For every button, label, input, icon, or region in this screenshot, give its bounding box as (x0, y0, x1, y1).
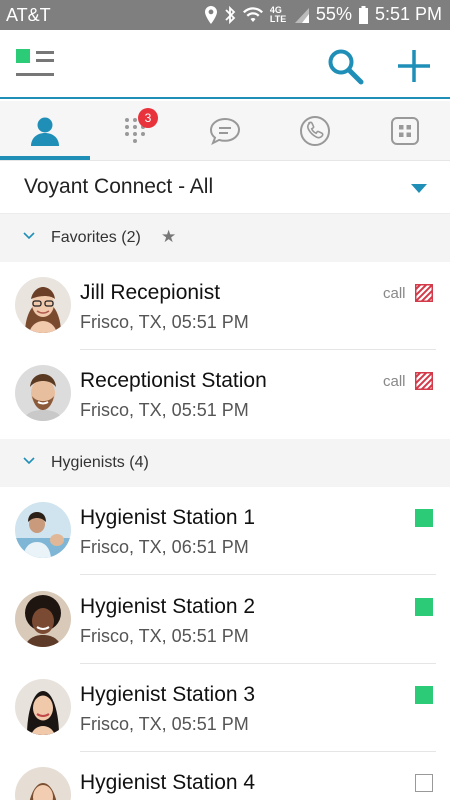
contact-name: Receptionist Station (80, 369, 267, 392)
battery-icon (358, 5, 368, 24)
available-status-icon (415, 686, 433, 704)
chat-bubble-icon (209, 117, 241, 145)
tab-apps[interactable] (360, 101, 450, 160)
call-status-label: call (383, 373, 406, 390)
avatar (15, 365, 71, 421)
contact-location-time: Frisco, TX, 05:51 PM (80, 714, 249, 734)
contacts-person-icon (31, 117, 59, 146)
avatar (15, 502, 71, 558)
contact-name: Hygienist Station 1 (80, 506, 256, 529)
menu-icon[interactable] (16, 49, 54, 81)
status-icons: 4G LTE 55% 5:51 PM (204, 4, 442, 25)
available-status-icon (415, 509, 433, 527)
wifi-icon (242, 6, 263, 22)
contact-row[interactable]: Jill Recepionist Frisco, TX, 05:51 PM ca… (0, 262, 450, 350)
available-status-icon (415, 598, 433, 616)
contact-location-time: Frisco, TX, 05:51 PM (80, 626, 249, 646)
plus-icon[interactable] (396, 48, 432, 84)
chevron-down-icon (23, 457, 35, 465)
app-bar (0, 30, 450, 99)
contact-location-time: Frisco, TX, 05:51 PM (80, 400, 249, 420)
call-status-label: call (383, 285, 406, 302)
busy-status-icon (415, 284, 433, 302)
signal-icon (294, 7, 309, 23)
divider (80, 574, 436, 575)
filter-label: Voyant Connect - All (24, 175, 214, 198)
group-header-hygienists[interactable]: Hygienists (4) (0, 439, 450, 487)
tab-contacts[interactable] (0, 101, 90, 160)
directory-filter-dropdown[interactable]: Voyant Connect - All (0, 162, 450, 214)
busy-status-icon (415, 372, 433, 390)
location-icon (204, 5, 217, 24)
apps-grid-icon (391, 116, 419, 145)
contact-row[interactable]: Hygienist Station 4 (0, 752, 450, 800)
contact-row[interactable]: Hygienist Station 2 Frisco, TX, 05:51 PM (0, 576, 450, 664)
contact-location-time: Frisco, TX, 06:51 PM (80, 537, 249, 557)
status-bar: AT&T 4G LTE 55% 5:51 PM (0, 0, 450, 30)
contact-name: Hygienist Station 2 (80, 595, 256, 618)
contact-name: Hygienist Station 4 (80, 771, 256, 794)
avatar (15, 277, 71, 333)
tab-bar: 3 (0, 101, 450, 161)
chevron-down-icon (23, 232, 35, 240)
battery-percent: 55% (315, 4, 352, 24)
avatar (15, 591, 71, 647)
contact-name: Hygienist Station 3 (80, 683, 256, 706)
tab-dialpad[interactable] (90, 101, 180, 160)
clock: 5:51 PM (374, 4, 442, 24)
group-header-favorites[interactable]: Favorites (2) ★ (0, 214, 450, 262)
contact-location-time: Frisco, TX, 05:51 PM (80, 312, 249, 332)
dialpad-badge: 3 (138, 108, 158, 128)
network-label: 4G LTE (269, 4, 287, 24)
avatar (15, 679, 71, 735)
contact-row[interactable]: Receptionist Station Frisco, TX, 05:51 P… (0, 350, 450, 438)
avatar (15, 767, 71, 800)
offline-status-icon (415, 774, 433, 792)
group-label: Hygienists (4) (51, 454, 149, 471)
contact-name: Jill Recepionist (80, 281, 221, 304)
group-label: Favorites (2) (51, 229, 141, 246)
contact-row[interactable]: Hygienist Station 1 Frisco, TX, 06:51 PM (0, 487, 450, 575)
caret-down-icon (411, 184, 427, 193)
bluetooth-icon (225, 5, 236, 24)
phone-history-icon (300, 115, 330, 146)
contact-row[interactable]: Hygienist Station 3 Frisco, TX, 05:51 PM (0, 664, 450, 752)
tab-messages[interactable] (180, 101, 270, 160)
carrier-label: AT&T (6, 5, 51, 25)
search-icon[interactable] (326, 47, 364, 85)
star-icon: ★ (161, 227, 177, 246)
tab-call-history[interactable] (270, 101, 360, 160)
